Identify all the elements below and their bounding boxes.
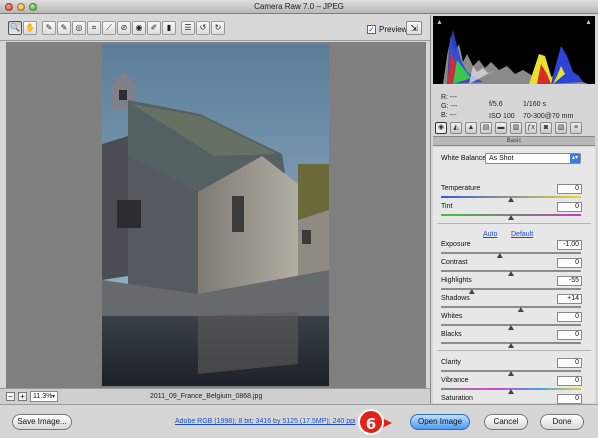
shadows-slider-track[interactable] — [441, 306, 581, 308]
highlight-clipping-warning-icon[interactable]: ▲ — [585, 19, 592, 26]
exposure-value-field[interactable]: -1.00 — [557, 240, 582, 250]
straighten-tool-button[interactable]: ⟋ — [102, 21, 116, 35]
window-titlebar: Camera Raw 7.0 – JPEG — [0, 0, 598, 14]
rgb-readout: R: --- G: --- B: --- — [441, 93, 457, 120]
histogram: ▲ ▲ — [433, 16, 595, 84]
panel-tab-2-icon[interactable]: ▲ — [465, 122, 477, 134]
saturation-value-field[interactable]: 0 — [557, 394, 582, 404]
panel-tab-4-icon[interactable]: ▬ — [495, 122, 507, 134]
spot-removal-tool-button[interactable]: ⊘ — [117, 21, 131, 35]
section-title: Basic — [433, 136, 595, 146]
rotate-cw-tool-button[interactable]: ↻ — [211, 21, 225, 35]
done-button[interactable]: Done — [540, 414, 584, 430]
r-label: R: — [441, 94, 448, 101]
histogram-graph — [443, 30, 588, 84]
preferences-tool-button[interactable]: ☰ — [181, 21, 195, 35]
shadow-clipping-warning-icon[interactable]: ▲ — [436, 19, 443, 26]
auto-link[interactable]: Auto — [483, 231, 497, 238]
contrast-value-field[interactable]: 0 — [557, 258, 582, 268]
saturation-label: Saturation — [441, 395, 473, 402]
crop-tool-button[interactable]: ⌗ — [87, 21, 101, 35]
b-value: --- — [449, 112, 457, 119]
panel-tab-6-icon[interactable]: ƒx — [525, 122, 537, 134]
color-sampler-tool-button[interactable]: ✎ — [57, 21, 71, 35]
hand-tool-button[interactable]: ✋ — [23, 21, 37, 35]
highlights-slider-track[interactable] — [441, 288, 581, 290]
zoom-out-button[interactable]: − — [6, 392, 15, 401]
image-preview-area[interactable] — [6, 42, 426, 388]
toolbar: 🔍 ✋ ✎ ✎ ◎ ⌗ ⟋ ⊘ ◉ ✐ ▮ ☰ ↺ ↻ ✓ Preview ⇲ — [0, 15, 430, 41]
preview-label: Preview — [379, 25, 408, 34]
highlights-value-field[interactable]: -55 — [557, 276, 582, 286]
white-balance-label: White Balance: — [441, 155, 489, 162]
red-eye-tool-button[interactable]: ◉ — [132, 21, 146, 35]
shadows-value-field[interactable]: +14 — [557, 294, 582, 304]
g-value: --- — [450, 103, 458, 110]
aperture: f/5.6 — [489, 101, 503, 108]
fullscreen-mode-button[interactable]: ⇲ — [406, 21, 422, 35]
white-balance-tool-button[interactable]: ✎ — [42, 21, 56, 35]
photo-preview — [102, 44, 329, 386]
tint-value-field[interactable]: 0 — [557, 202, 582, 212]
cancel-button[interactable]: Cancel — [484, 414, 528, 430]
basic-panel: White Balance: As Shot ▴▾ Auto Default T… — [433, 147, 595, 412]
window-title: Camera Raw 7.0 – JPEG — [254, 2, 344, 11]
g-label: G: — [441, 103, 449, 110]
shadows-label: Shadows — [441, 295, 470, 302]
save-image-button[interactable]: Save Image... — [12, 414, 72, 430]
file-name: 2011_09_France_Belgium_0868.jpg — [150, 393, 263, 400]
preview-checkbox[interactable]: ✓ — [367, 25, 376, 34]
targeted-adjustment-tool-button[interactable]: ◎ — [72, 21, 86, 35]
tint-label: Tint — [441, 203, 453, 210]
panel-tab-3-icon[interactable]: ▤ — [480, 122, 492, 134]
panel-tab-5-icon[interactable]: ▥ — [510, 122, 522, 134]
photo-image — [102, 44, 329, 386]
panel-tab-1-icon[interactable]: ◭ — [450, 122, 462, 134]
graduated-filter-tool-button[interactable]: ▮ — [162, 21, 176, 35]
preview-status-bar: − + 11.3% ▾ 2011_09_France_Belgium_0868.… — [0, 388, 430, 404]
blacks-value-field[interactable]: 0 — [557, 330, 582, 340]
rotate-ccw-tool-button[interactable]: ↺ — [196, 21, 210, 35]
shutter-speed: 1/160 s — [523, 101, 546, 108]
panel-tab-9-icon[interactable]: ≡ — [570, 122, 582, 134]
whites-label: Whites — [441, 313, 463, 320]
camera-info: f/5.6 1/160 s ISO 100 70-300@70 mm — [489, 99, 573, 123]
zoom-in-button[interactable]: + — [18, 392, 27, 401]
r-value: --- — [449, 94, 457, 101]
dialog-footer: Save Image... Adobe RGB (1998); 8 bit; 3… — [0, 404, 598, 438]
chevron-down-icon: ▴▾ — [570, 154, 580, 163]
default-link[interactable]: Default — [511, 231, 533, 238]
b-label: B: — [441, 112, 448, 119]
exposure-slider-track[interactable] — [441, 252, 581, 254]
open-image-button[interactable]: Open Image — [410, 414, 470, 430]
divider — [437, 350, 591, 351]
white-balance-value: As Shot — [489, 155, 514, 162]
white-balance-select[interactable]: As Shot ▴▾ — [485, 153, 581, 164]
temperature-label: Temperature — [441, 185, 481, 192]
panel-tabs: ◉ ◭ ▲ ▤ ▬ ▥ ƒx ◙ ▧ ≡ — [433, 121, 595, 135]
clarity-value-field[interactable]: 0 — [557, 358, 582, 368]
right-panel: ▲ ▲ R: --- G: --- B: --- f/5.6 1/160 s IS… — [430, 15, 598, 412]
temperature-value-field[interactable]: 0 — [557, 184, 582, 194]
highlights-label: Highlights — [441, 277, 472, 284]
divider — [437, 223, 591, 224]
panel-tab-0-icon[interactable]: ◉ — [435, 122, 447, 134]
panel-tab-8-icon[interactable]: ▧ — [555, 122, 567, 134]
contrast-label: Contrast — [441, 259, 468, 266]
adjustment-brush-tool-button[interactable]: ✐ — [147, 21, 161, 35]
panel-tab-7-icon[interactable]: ◙ — [540, 122, 552, 134]
chevron-down-icon: ▾ — [52, 394, 56, 400]
step-badge: 6 — [358, 409, 384, 435]
vibrance-label: Vibrance — [441, 377, 469, 384]
exposure-label: Exposure — [441, 241, 471, 248]
clarity-label: Clarity — [441, 359, 461, 366]
workflow-options-link[interactable]: Adobe RGB (1998); 8 bit; 3416 by 5125 (1… — [175, 418, 360, 425]
whites-value-field[interactable]: 0 — [557, 312, 582, 322]
blacks-label: Blacks — [441, 331, 462, 338]
vibrance-value-field[interactable]: 0 — [557, 376, 582, 386]
zoom-tool-button[interactable]: 🔍 — [8, 21, 22, 35]
